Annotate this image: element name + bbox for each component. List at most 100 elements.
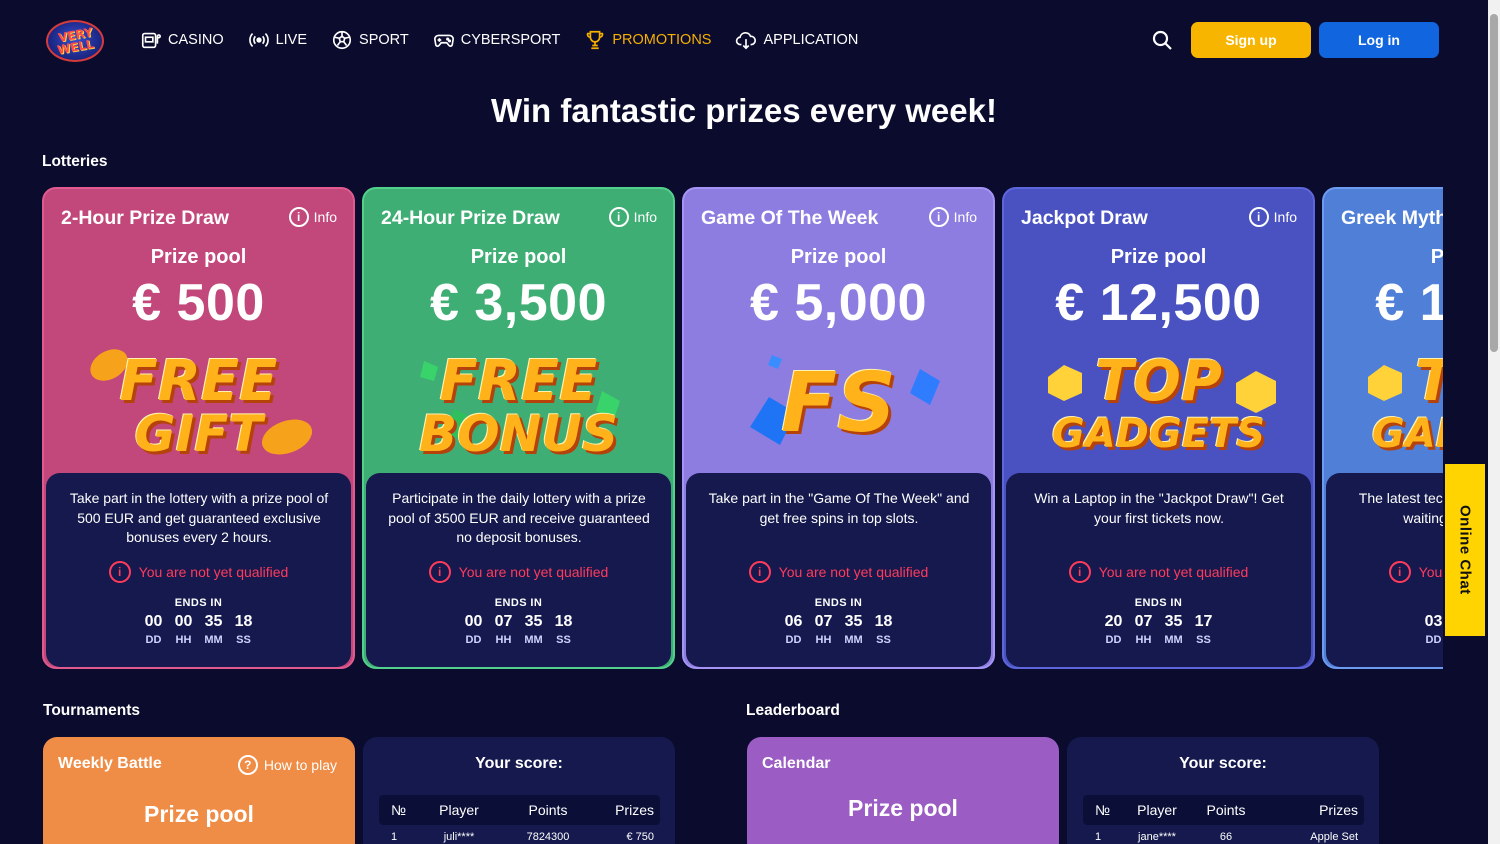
prize-pool-label: Prize pool	[1110, 246, 1207, 268]
lottery-title: Game Of The Week	[701, 207, 879, 229]
timer-cell: 35 MM	[844, 613, 864, 646]
nav-cybersport-label: CYBERSPORT	[460, 32, 561, 48]
search-icon[interactable]	[1150, 28, 1174, 52]
timer-unit: SS	[1196, 634, 1211, 646]
timer-value: 06	[784, 613, 803, 630]
artwork-text-line-2: BONUS	[418, 405, 619, 463]
timer-cell: 07 HH	[494, 613, 514, 646]
timer-value: 20	[1104, 613, 1123, 630]
alert-icon: i	[1068, 561, 1091, 583]
how-to-play-link[interactable]: ? How to play	[237, 755, 337, 775]
timer-cell: 03 DD	[1424, 613, 1444, 646]
login-button[interactable]: Log in	[1319, 22, 1439, 58]
tournament-title: Weekly Battle	[58, 755, 162, 772]
nav-promotions[interactable]: PROMOTIONS	[584, 28, 711, 52]
row-prize: Apple Set	[1310, 831, 1358, 843]
lottery-description: Participate in the daily lottery with a …	[388, 490, 650, 545]
score-table-header: № Player Points Prizes	[379, 795, 660, 825]
timer-unit: SS	[876, 634, 891, 646]
lottery-card-body: Win a Laptop in the "Jackpot Draw"! Get …	[1006, 473, 1311, 667]
site-logo[interactable]: VERY WELL	[46, 20, 104, 62]
col-prizes: Prizes	[1319, 802, 1358, 818]
promo-artwork: FREE BONUS	[364, 345, 673, 469]
nav-casino[interactable]: CASINO	[140, 28, 224, 52]
score-table: № Player Points Prizes 1 jane**** 66 App…	[1083, 795, 1364, 844]
lottery-card[interactable]: Jackpot Draw i Info Prize pool € 12,500 …	[1002, 187, 1315, 669]
lotteries-heading: Lotteries	[42, 153, 108, 170]
countdown-timer: 00 DD 00 HH 35 MM 18 SS	[46, 613, 351, 646]
qualification-status: i You are not yet qualified	[366, 561, 671, 583]
ends-in-label: ENDS IN	[174, 597, 223, 609]
nav-live[interactable]: LIVE	[248, 28, 307, 52]
countdown-timer: 06 DD 07 HH 35 MM 18 SS	[686, 613, 991, 646]
info-label: Info	[953, 209, 977, 225]
lottery-card-header: Game Of The Week i Info Prize pool € 5,0…	[684, 189, 993, 473]
nav-casino-label: CASINO	[168, 32, 224, 48]
info-label: Info	[633, 209, 657, 225]
timer-unit: HH	[815, 634, 832, 646]
qualification-status: i You are not yet qualified	[1006, 561, 1311, 583]
col-points: Points	[1206, 802, 1246, 818]
main-nav: CASINO LIVE SPORT CYBERSPORT PROMOTIONS	[140, 28, 858, 52]
timer-unit: MM	[204, 634, 223, 646]
artwork-text-line-2: GADGETS	[1051, 411, 1266, 457]
leaderboard-card[interactable]: Calendar Prize pool	[747, 737, 1059, 844]
lottery-card-header: 2-Hour Prize Draw i Info Prize pool € 50…	[44, 189, 353, 473]
lottery-title: Jackpot Draw	[1021, 207, 1148, 229]
timer-value: 00	[174, 613, 193, 630]
col-player: Player	[439, 802, 479, 818]
score-table: № Player Points Prizes 1 juli**** 782430…	[379, 795, 660, 844]
artwork-text-line-2: GADGETS	[1371, 411, 1443, 457]
timer-unit: DD	[785, 634, 802, 646]
timer-value: 00	[464, 613, 483, 630]
signup-button[interactable]: Sign up	[1191, 22, 1311, 58]
timer-value: 35	[204, 613, 223, 630]
col-prizes: Prizes	[615, 802, 654, 818]
online-chat-button[interactable]: Online Chat	[1445, 464, 1485, 636]
nav-application[interactable]: APPLICATION	[735, 28, 858, 52]
lottery-title: Greek Myths	[1341, 207, 1443, 229]
info-link[interactable]: i Info	[1248, 207, 1297, 227]
row-points: 66	[1219, 831, 1233, 843]
leaderboard-heading: Leaderboard	[746, 702, 840, 719]
nav-promotions-label: PROMOTIONS	[612, 32, 712, 48]
qualification-status: i You are not yet qualified	[686, 561, 991, 583]
ends-in-label: ENDS IN	[1134, 597, 1183, 609]
tournament-card[interactable]: Weekly Battle ? How to play Prize pool	[43, 737, 355, 844]
table-row: 1 juli**** 7824300 € 750	[379, 825, 660, 844]
timer-cell: 35 MM	[1164, 613, 1184, 646]
qualification-status: i You are not yet qualified	[46, 561, 351, 583]
promo-artwork: TOP GADGETS	[1324, 345, 1443, 469]
question-icon: ?	[237, 755, 258, 775]
col-player: Player	[1137, 802, 1177, 818]
timer-cell: 00 HH	[174, 613, 194, 646]
nav-application-label: APPLICATION	[763, 32, 859, 48]
lottery-description: Win a Laptop in the "Jackpot Draw"! Get …	[1034, 490, 1284, 526]
col-points: Points	[528, 802, 568, 818]
nav-cybersport[interactable]: CYBERSPORT	[433, 28, 561, 52]
lottery-card[interactable]: 2-Hour Prize Draw i Info Prize pool € 50…	[42, 187, 355, 669]
info-link[interactable]: i Info	[608, 207, 657, 227]
timer-value: 07	[494, 613, 513, 630]
nav-sport[interactable]: SPORT	[331, 28, 409, 52]
alert-icon: i	[428, 561, 451, 583]
artwork-text-line-1: FREE	[439, 349, 598, 414]
nav-live-label: LIVE	[275, 32, 308, 48]
online-chat-label: Online Chat	[1456, 505, 1474, 595]
info-link[interactable]: i Info	[928, 207, 977, 227]
alert-icon: i	[1388, 561, 1411, 583]
lottery-card[interactable]: Greek Myths i Info Prize pool € 15,000 T…	[1322, 187, 1443, 669]
scrollbar-thumb[interactable]	[1490, 14, 1498, 352]
timer-unit: DD	[1105, 634, 1122, 646]
info-icon: i	[288, 207, 309, 227]
row-number: 1	[391, 831, 398, 843]
timer-value: 18	[874, 613, 893, 630]
table-row: 1 jane**** 66 Apple Set	[1083, 825, 1364, 844]
row-number: 1	[1095, 831, 1102, 843]
lottery-card-body: Take part in the "Game Of The Week" and …	[686, 473, 991, 667]
qualification-text: You are not yet qualified	[1098, 564, 1249, 580]
info-link[interactable]: i Info	[288, 207, 337, 227]
lottery-card[interactable]: Game Of The Week i Info Prize pool € 5,0…	[682, 187, 995, 669]
lottery-card[interactable]: 24-Hour Prize Draw i Info Prize pool € 3…	[362, 187, 675, 669]
page-scrollbar[interactable]	[1488, 0, 1500, 844]
